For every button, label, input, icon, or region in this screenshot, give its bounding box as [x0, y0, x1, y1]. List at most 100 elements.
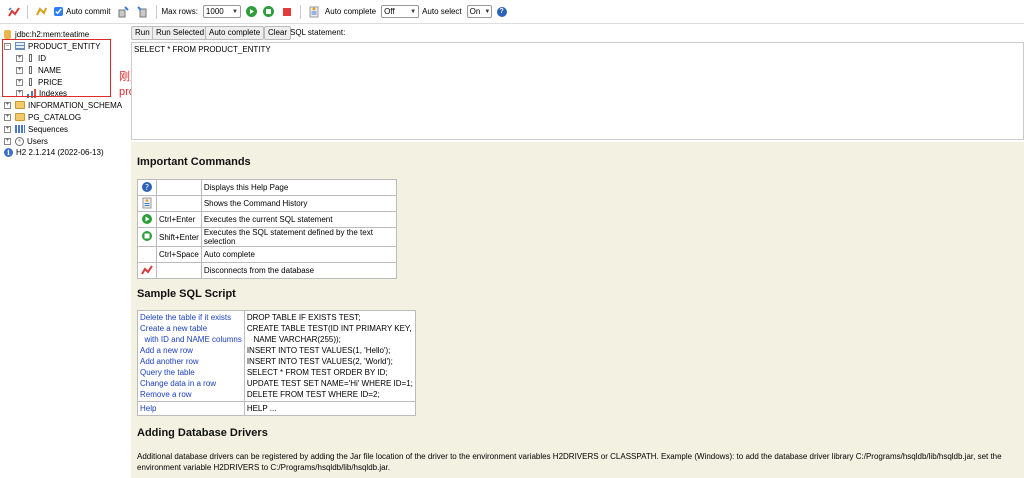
command-icon-cell: [137, 195, 157, 212]
sample-links-cell: Help: [137, 401, 245, 416]
command-row: ? Displays this Help Page: [137, 179, 398, 196]
command-icon-cell: [137, 262, 157, 279]
sample-sql-table: Delete the table if it exists Create a n…: [137, 310, 416, 416]
sample-code-cell: DROP TABLE IF EXISTS TEST; CREATE TABLE …: [243, 310, 416, 402]
tree-schema-pg-catalog[interactable]: + PG_CATALOG: [4, 111, 81, 123]
run-selected-icon: [140, 230, 154, 244]
command-row: Shift+Enter Executes the SQL statement d…: [137, 227, 398, 247]
help-panel: Important Commands ? Displays this Help …: [131, 142, 1024, 478]
highlight-box: [2, 39, 111, 97]
sample-link[interactable]: Delete the table if it exists: [140, 312, 242, 323]
command-shortcut: [156, 179, 202, 196]
sql-editor[interactable]: SELECT * FROM PRODUCT_ENTITY: [131, 42, 1024, 140]
command-shortcut: [156, 262, 202, 279]
users-icon: [15, 136, 24, 146]
history-icon: [140, 197, 154, 211]
command-desc: Displays this Help Page: [200, 179, 398, 196]
expand-icon[interactable]: +: [4, 101, 11, 109]
drivers-text: Additional database drivers can be regis…: [137, 452, 1002, 472]
connection-url: jdbc:h2:mem:teatime: [15, 29, 90, 39]
command-row: Disconnects from the database: [137, 262, 398, 279]
max-rows-value: 1000: [205, 7, 224, 16]
sample-row: Delete the table if it exists Create a n…: [137, 310, 416, 402]
chevron-down-icon: ▼: [484, 8, 491, 15]
command-icon-cell: [137, 227, 157, 247]
tree-sequences[interactable]: + Sequences: [4, 123, 68, 135]
expand-icon[interactable]: +: [4, 137, 11, 145]
command-desc: Executes the current SQL statement: [200, 211, 398, 228]
users-label: Users: [27, 136, 48, 146]
rollback-icon[interactable]: [136, 5, 150, 19]
command-icon-cell: [137, 211, 157, 228]
tree-schema-information-schema[interactable]: + INFORMATION_SCHEMA: [4, 99, 122, 111]
expand-icon[interactable]: +: [4, 113, 11, 121]
drivers-title: Adding Database Drivers: [137, 427, 268, 439]
command-desc: Auto complete: [200, 246, 398, 263]
schema-name: PG_CATALOG: [28, 112, 82, 122]
run-selected-icon[interactable]: [262, 6, 274, 17]
disconnect-icon[interactable]: [7, 5, 21, 19]
sample-code: INSERT INTO TEST VALUES(2, 'World');: [246, 357, 393, 366]
auto-complete-select[interactable]: Off ▼: [381, 5, 420, 18]
command-row: Ctrl+Space Auto complete: [137, 246, 398, 263]
toolbar: Auto commit Max rows: 1000 ▼ Auto comple…: [0, 0, 1024, 24]
command-desc: Executes the SQL statement defined by th…: [200, 227, 398, 247]
sample-link[interactable]: Add a new row: [140, 345, 242, 356]
command-shortcut: Shift+Enter: [156, 227, 202, 247]
sample-link[interactable]: Create a new table: [140, 323, 242, 334]
sample-code-cell: HELP ...: [243, 401, 416, 416]
folder-icon: [15, 101, 25, 109]
run-icon[interactable]: [245, 6, 257, 17]
tree-version: i H2 2.1.214 (2022-06-13): [4, 146, 104, 158]
run-icon: [140, 213, 154, 227]
auto-complete-label: Auto complete: [324, 7, 377, 16]
toolbar-separator: [27, 4, 28, 19]
folder-icon: [15, 113, 25, 121]
sql-statement-label: SQL statement:: [290, 28, 346, 37]
stop-icon[interactable]: [280, 5, 294, 19]
expand-icon[interactable]: +: [4, 125, 11, 133]
info-icon: i: [4, 147, 13, 157]
sample-link[interactable]: Add another row: [140, 356, 242, 367]
commit-icon[interactable]: [116, 5, 130, 19]
sequences-label: Sequences: [28, 124, 69, 134]
sample-link[interactable]: Query the table: [140, 367, 242, 378]
sample-code: CREATE TABLE TEST(ID INT PRIMARY KEY,: [246, 324, 412, 333]
chevron-down-icon: ▼: [410, 8, 417, 15]
sample-link[interactable]: with ID and NAME columns: [140, 334, 241, 345]
sample-help-link[interactable]: Help: [140, 403, 242, 414]
sample-code: NAME VARCHAR(255));: [246, 335, 341, 344]
help-icon[interactable]: ?: [496, 6, 507, 17]
command-row: Ctrl+Enter Executes the current SQL stat…: [137, 211, 398, 228]
sample-code: UPDATE TEST SET NAME='Hi' WHERE ID=1;: [246, 379, 413, 388]
sql-panel: Run Run Selected Auto complete Clear SQL…: [131, 26, 1024, 140]
toolbar-separator: [299, 4, 301, 19]
max-rows-select[interactable]: 1000 ▼: [202, 5, 241, 18]
sample-links-cell: Delete the table if it exists Create a n…: [137, 310, 245, 402]
clear-button[interactable]: Clear: [264, 26, 292, 40]
sample-link[interactable]: Change data in a row: [140, 378, 242, 389]
auto-select-label: Auto select: [422, 7, 462, 16]
run-button[interactable]: Run: [131, 26, 154, 40]
auto-complete-button[interactable]: Auto complete: [205, 26, 265, 40]
sample-code: INSERT INTO TEST VALUES(1, 'Hello');: [246, 346, 391, 355]
command-shortcut: Ctrl+Space: [156, 246, 202, 263]
disconnect-icon: [140, 264, 154, 278]
sample-link[interactable]: Remove a row: [140, 389, 242, 400]
auto-complete-value: Off: [384, 7, 395, 16]
help-icon: ?: [140, 181, 154, 195]
command-row: Shows the Command History: [137, 195, 398, 212]
sample-code: HELP ...: [246, 404, 277, 413]
command-shortcut: Ctrl+Enter: [156, 211, 202, 228]
commands-table: ? Displays this Help Page Shows the Comm…: [137, 179, 398, 279]
sample-code: DROP TABLE IF EXISTS TEST;: [246, 313, 361, 322]
auto-commit-label: Auto commit: [66, 7, 111, 16]
refresh-icon[interactable]: [34, 5, 48, 19]
command-icon-cell: [137, 246, 157, 263]
run-selected-button[interactable]: Run Selected: [152, 26, 209, 40]
database-icon: [4, 29, 11, 39]
auto-commit-checkbox[interactable]: [54, 7, 63, 16]
auto-select-select[interactable]: On ▼: [466, 5, 492, 18]
history-icon[interactable]: [307, 5, 321, 19]
svg-text:?: ?: [145, 183, 149, 192]
